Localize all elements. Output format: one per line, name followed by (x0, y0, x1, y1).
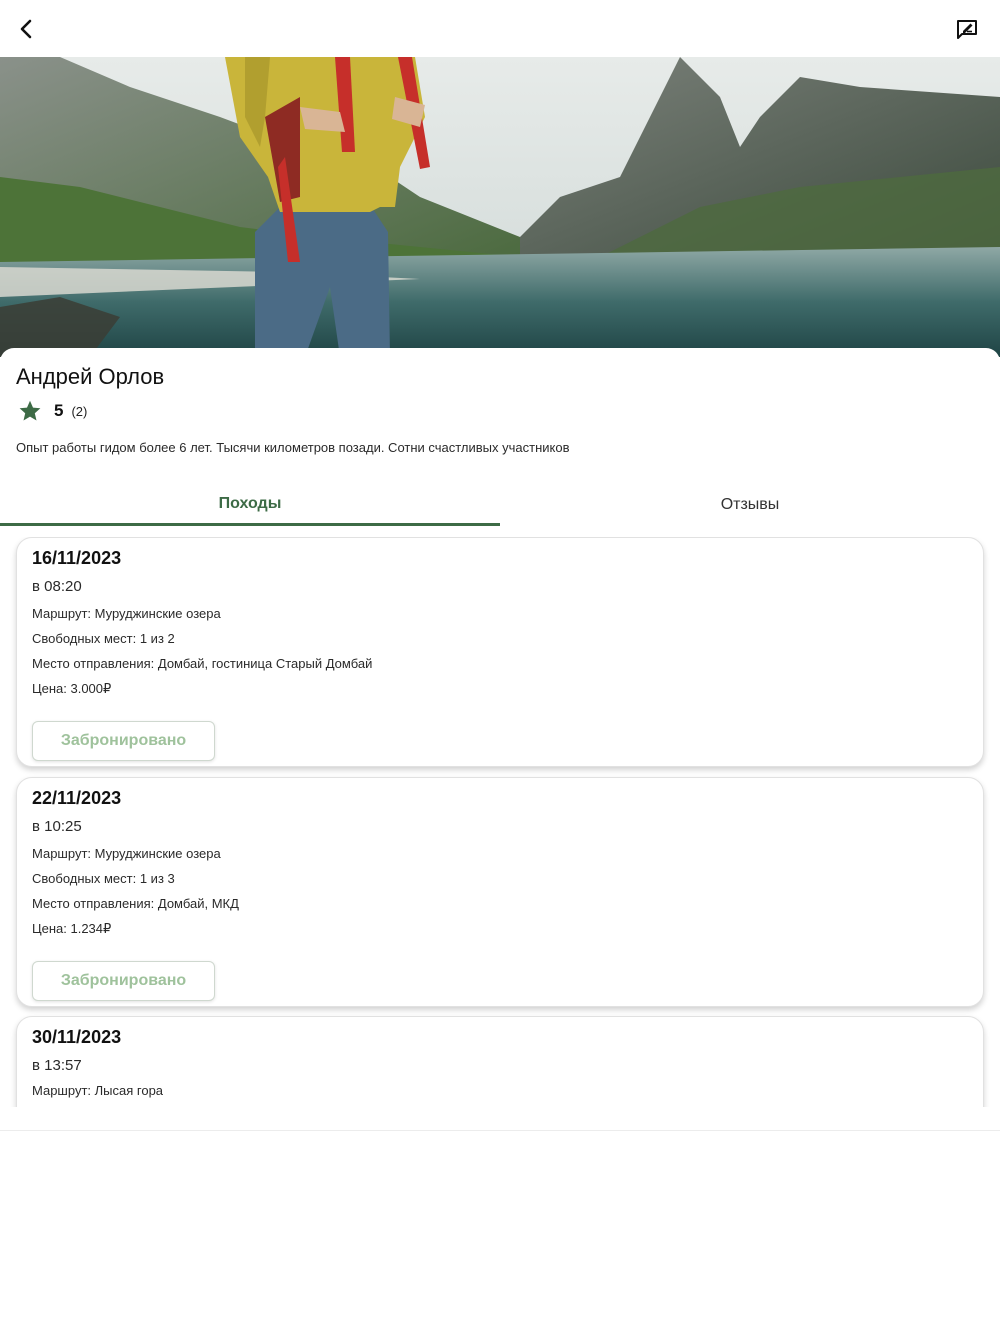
message-edit-icon (957, 20, 977, 39)
tab-bar: Походы Отзывы (0, 484, 1000, 526)
hike-price: Цена: 3.000₽ (32, 681, 112, 696)
star-icon (19, 400, 41, 421)
hike-time: в 08:20 (32, 578, 82, 595)
hike-time: в 13:57 (32, 1057, 82, 1074)
guide-name: Андрей Орлов (16, 364, 165, 389)
rating: 5 (2) (18, 398, 87, 424)
divider (0, 1130, 1000, 1131)
hike-departure: Место отправления: Домбай, гостиница Ста… (32, 656, 373, 671)
message-button[interactable] (950, 12, 984, 46)
hike-departure: Место отправления: Домбай, МКД (32, 896, 239, 911)
hike-card[interactable]: 16/11/2023 в 08:20 Маршрут: Муруджинские… (16, 537, 984, 767)
hero-image (0, 57, 1000, 357)
guide-description: Опыт работы гидом более 6 лет. Тысячи ки… (16, 440, 570, 455)
hike-card[interactable]: 22/11/2023 в 10:25 Маршрут: Муруджинские… (16, 777, 984, 1007)
hike-card[interactable]: 30/11/2023 в 13:57 Маршрут: Лысая гора (16, 1016, 984, 1107)
hike-seats: Свободных мест: 1 из 3 (32, 871, 175, 886)
chevron-left-icon (20, 19, 32, 39)
hike-date: 16/11/2023 (32, 548, 122, 568)
hike-date: 22/11/2023 (32, 788, 122, 808)
hikes-list[interactable]: 16/11/2023 в 08:20 Маршрут: Муруджинские… (0, 537, 1000, 1107)
tab-hikes[interactable]: Походы (0, 484, 500, 526)
booked-button[interactable]: Забронировано (32, 721, 215, 761)
top-app-bar (0, 0, 1000, 57)
hike-route: Маршрут: Лысая гора (32, 1083, 164, 1098)
reviews-count: (2) (71, 403, 88, 419)
hike-seats: Свободных мест: 1 из 2 (32, 631, 175, 646)
hike-route: Маршрут: Муруджинские озера (32, 606, 221, 621)
booked-button[interactable]: Забронировано (32, 961, 215, 1001)
tab-reviews[interactable]: Отзывы (500, 484, 1000, 526)
hike-route: Маршрут: Муруджинские озера (32, 846, 221, 861)
hike-price: Цена: 1.234₽ (32, 921, 112, 936)
guide-profile-sheet: Андрей Орлов 5 (2) Опыт работы гидом бол… (0, 348, 1000, 1334)
back-button[interactable] (10, 12, 44, 46)
hike-date: 30/11/2023 (32, 1027, 122, 1047)
rating-value: 5 (54, 401, 64, 420)
hike-time: в 10:25 (32, 818, 82, 835)
